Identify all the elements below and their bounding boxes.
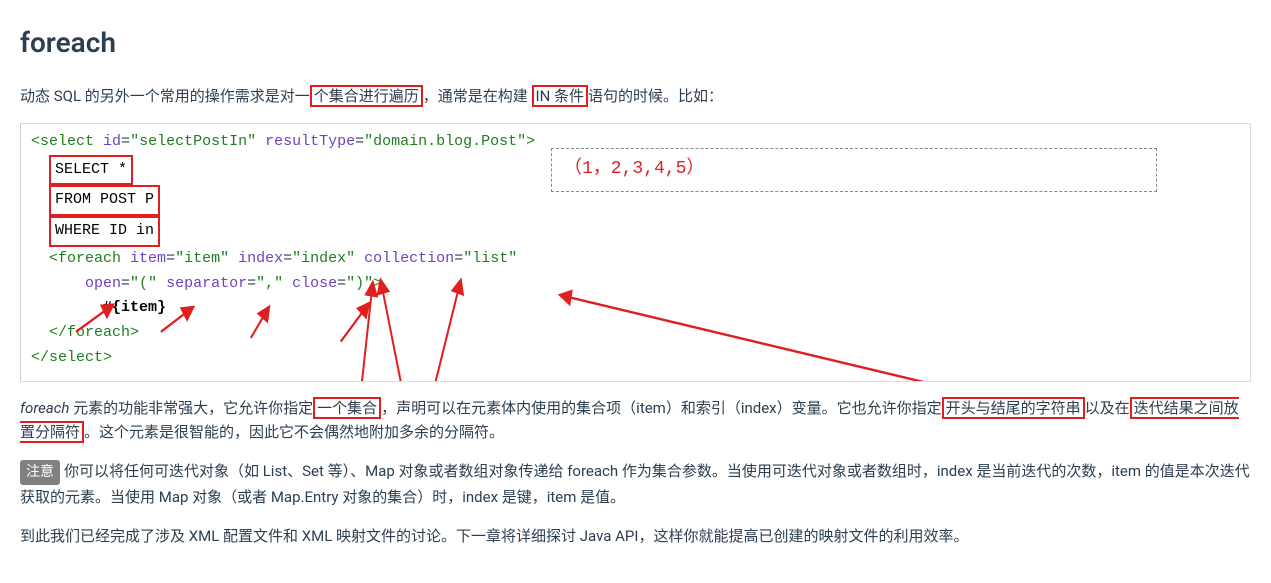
sql-from-box: FROM POST P	[49, 185, 160, 216]
para2-hl1: 一个集合	[313, 397, 381, 419]
para-4: 到此我们已经完成了涉及 XML 配置文件和 XML 映射文件的讨论。下一章将详细…	[20, 524, 1251, 549]
intro-text: 动态 SQL 的另外一个常用的操作需求是对一个集合进行遍历，通常是在构建 IN …	[20, 84, 1251, 109]
page-title: foreach	[20, 20, 1251, 66]
note-badge: 注意	[20, 460, 60, 485]
foreach-open-tag: <foreach	[49, 250, 121, 267]
intro-seg3: 语句的时候。比如：	[588, 87, 723, 105]
fe-attr-item: item	[130, 250, 166, 267]
para2-seg1: 元素的功能非常强大，它允许你指定	[69, 399, 313, 417]
para2-term: foreach	[20, 399, 69, 417]
para2-seg3: 以及在	[1085, 399, 1130, 417]
fe-val-close: ")"	[346, 275, 373, 292]
foreach-close: </foreach>	[49, 324, 139, 341]
code-l1-val-rt: "domain.blog.Post"	[364, 133, 526, 150]
sql-where-box: WHERE ID in	[49, 216, 160, 247]
foreach-body: #{item}	[103, 299, 166, 316]
para2-hl2: 开头与结尾的字符串	[942, 397, 1085, 419]
code-block: （1，2,3,4,5） <select id="selectPostIn" re…	[20, 123, 1251, 382]
code-l1-attr-rt: resultType	[265, 133, 355, 150]
para2-seg2: ，声明可以在元素体内使用的集合项（item）和索引（index）变量。它也允许你…	[381, 399, 941, 417]
para-2: foreach 元素的功能非常强大，它允许你指定一个集合，声明可以在元素体内使用…	[20, 396, 1251, 446]
intro-highlight-1: 个集合进行遍历	[310, 85, 423, 107]
fe-attr-index: index	[238, 250, 283, 267]
fe-val-item: "item"	[175, 250, 229, 267]
select-close: </select>	[31, 349, 112, 366]
para2-seg4: 。这个元素是很智能的，因此它不会偶然地附加多余的分隔符。	[84, 423, 504, 441]
para-3: 注意你可以将任何可迭代对象（如 List、Set 等）、Map 对象或者数组对象…	[20, 459, 1251, 510]
fe-attr-open: open	[85, 275, 121, 292]
fe-open-end: >	[373, 275, 382, 292]
intro-seg1: 动态 SQL 的另外一个常用的操作需求是对一	[20, 87, 310, 105]
sql-select-box: SELECT *	[49, 155, 133, 186]
fe-attr-coll: collection	[364, 250, 454, 267]
code-l1-val-id: "selectPostIn"	[130, 133, 256, 150]
fe-val-open: "("	[130, 275, 157, 292]
code-l1-close: >	[526, 133, 535, 150]
overlay-note: （1，2,3,4,5）	[551, 148, 1157, 192]
intro-highlight-2: IN 条件	[532, 85, 589, 107]
code-l1-open: <select	[31, 133, 94, 150]
sql-where: WHERE ID in	[55, 222, 154, 239]
fe-attr-sep: separator	[166, 275, 247, 292]
intro-seg2: ，通常是在构建	[423, 87, 532, 105]
fe-val-sep: ","	[256, 275, 283, 292]
code-l1-attr-id: id	[103, 133, 121, 150]
sql-select: SELECT *	[55, 161, 127, 178]
fe-val-index: "index"	[292, 250, 355, 267]
sql-from: FROM POST P	[55, 191, 154, 208]
para3-text: 你可以将任何可迭代对象（如 List、Set 等）、Map 对象或者数组对象传递…	[20, 462, 1250, 506]
fe-attr-close: close	[292, 275, 337, 292]
fe-val-coll: "list"	[463, 250, 517, 267]
